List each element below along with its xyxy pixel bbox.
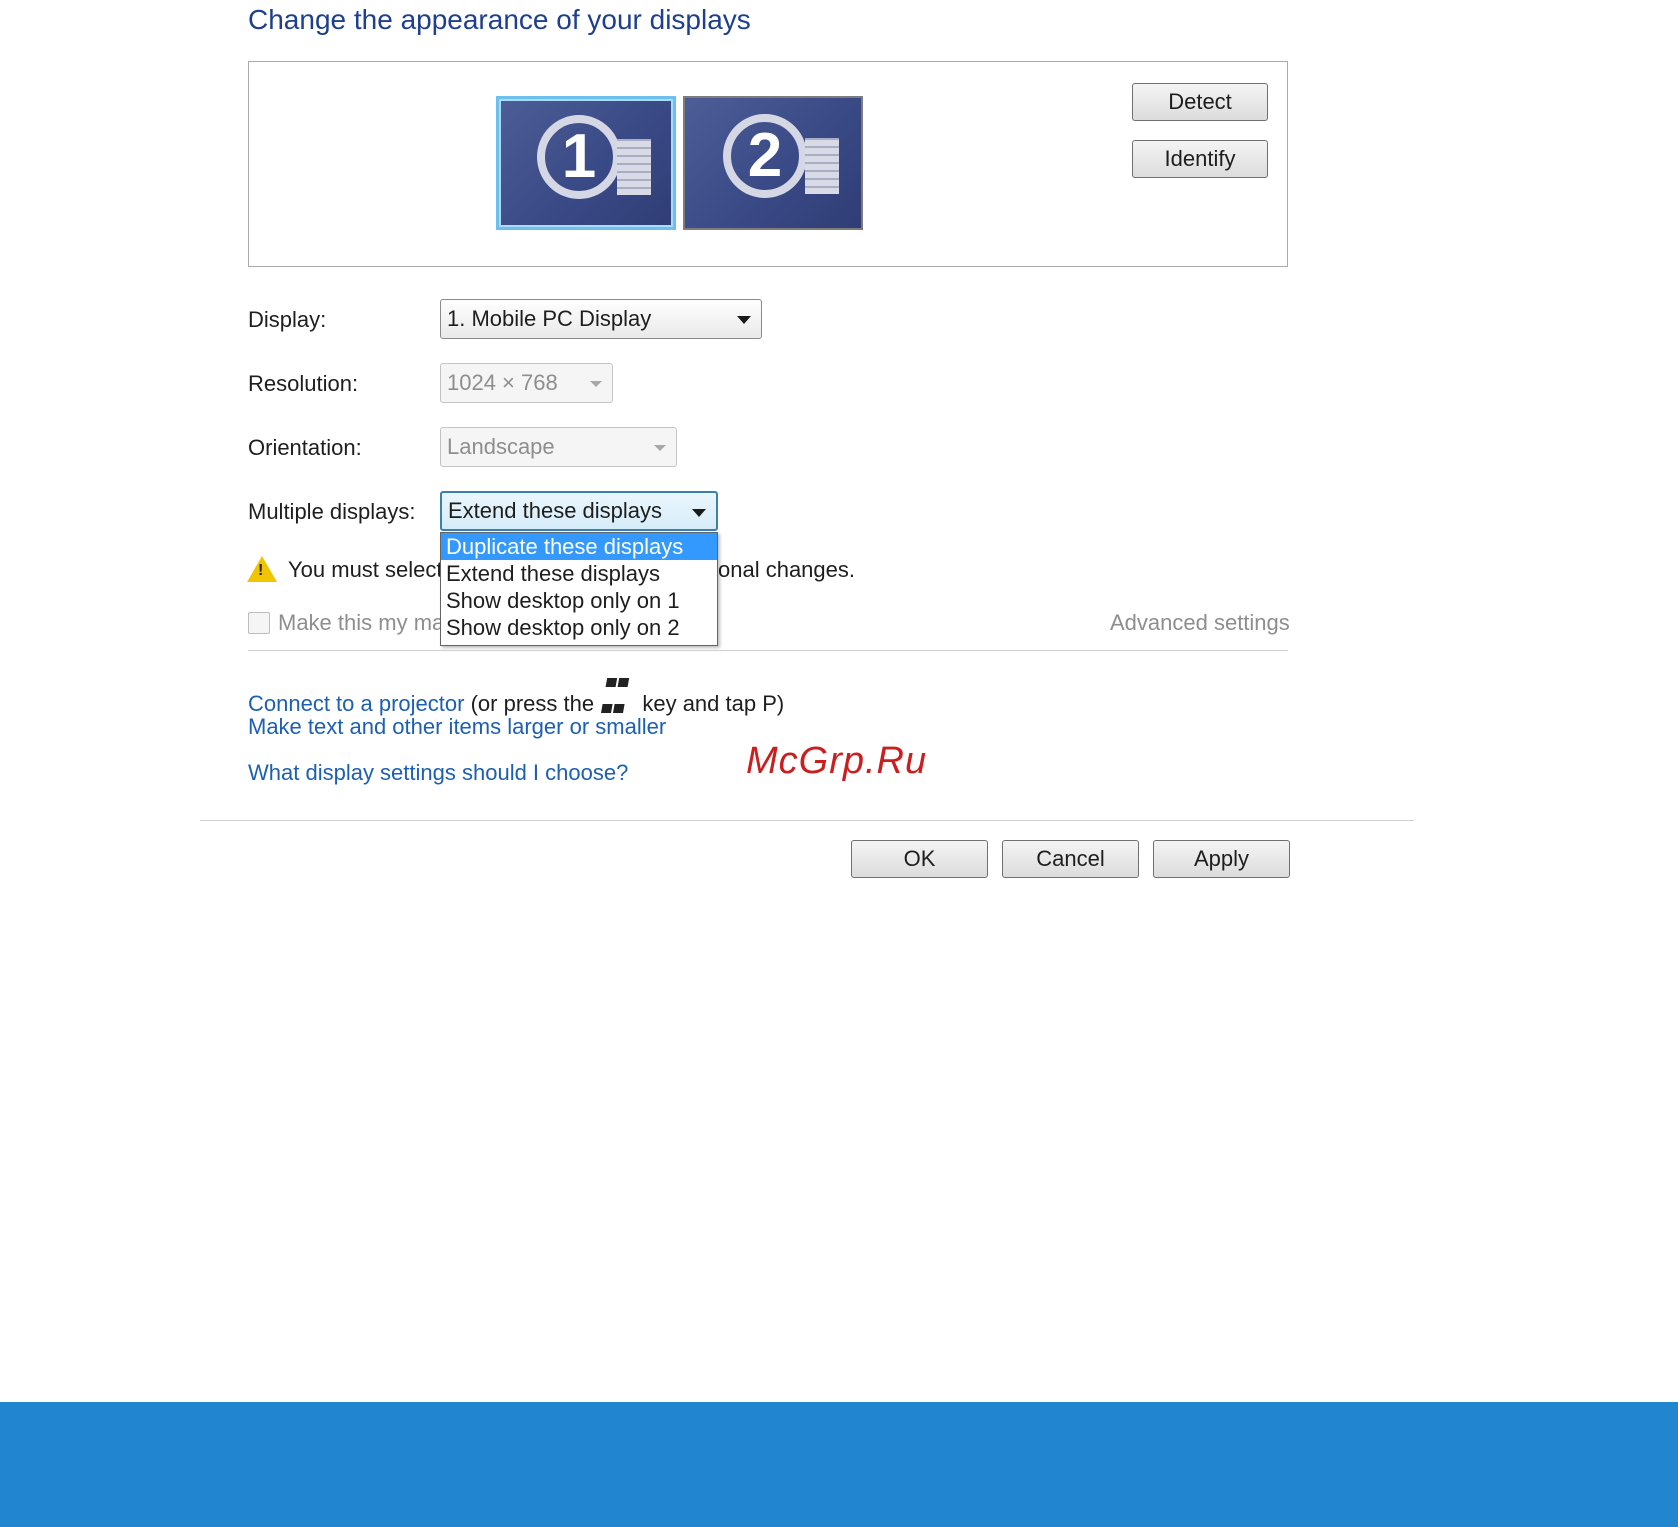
footer-divider — [200, 820, 1414, 821]
monitor-2-number: 2 — [723, 114, 807, 198]
warning-icon: ! — [247, 556, 277, 582]
identify-button[interactable]: Identify — [1132, 140, 1268, 178]
footer-band — [0, 1402, 1678, 1527]
windows-logo-icon — [601, 668, 632, 713]
resolution-select-value: 1024 × 768 — [447, 370, 558, 395]
warning-text-end: onal changes. — [718, 557, 855, 582]
display-select-value: 1. Mobile PC Display — [447, 306, 652, 331]
cancel-button[interactable]: Cancel — [1002, 840, 1139, 878]
chevron-down-icon — [692, 509, 706, 517]
multiple-displays-select-value: Extend these displays — [448, 498, 663, 523]
multiple-displays-label: Multiple displays: — [248, 499, 416, 524]
orientation-select: Landscape — [440, 427, 677, 467]
dropdown-option-extend[interactable]: Extend these displays — [441, 560, 717, 587]
resolution-label: Resolution: — [248, 371, 359, 396]
projector-hint-end: key and tap P) — [642, 691, 785, 716]
connect-projector-link[interactable]: Connect to a projector — [248, 691, 464, 716]
dropdown-option-duplicate[interactable]: Duplicate these displays — [441, 533, 717, 560]
section-divider — [248, 650, 1288, 651]
display-label: Display: — [248, 307, 327, 332]
orientation-select-value: Landscape — [447, 434, 555, 459]
apply-button[interactable]: Apply — [1153, 840, 1290, 878]
ok-button[interactable]: OK — [851, 840, 988, 878]
display-select[interactable]: 1. Mobile PC Display — [440, 299, 762, 339]
monitor-1-number: 1 — [537, 115, 621, 199]
detect-button[interactable]: Detect — [1132, 83, 1268, 121]
chevron-down-icon — [737, 316, 751, 324]
monitor-2[interactable]: 2 — [683, 96, 863, 230]
dropdown-option-only-1[interactable]: Show desktop only on 1 — [441, 587, 717, 614]
projector-row: Connect to a projector (or press the key… — [248, 668, 784, 717]
advanced-settings-link[interactable]: Advanced settings — [1110, 610, 1290, 636]
display-help-link[interactable]: What display settings should I choose? — [248, 760, 628, 786]
watermark: McGrp.Ru — [746, 740, 928, 782]
main-display-checkbox-label: Make this my ma — [278, 610, 445, 635]
resolution-select: 1024 × 768 — [440, 363, 613, 403]
warning-text-start: You must select — [288, 557, 443, 582]
multiple-displays-select[interactable]: Extend these displays — [440, 491, 718, 531]
dropdown-option-only-2[interactable]: Show desktop only on 2 — [441, 614, 717, 641]
main-display-checkbox[interactable] — [248, 612, 270, 634]
chevron-down-icon — [590, 381, 602, 387]
projector-hint-start: (or press the — [470, 691, 595, 716]
display-arrangement-preview: 1 2 Detect Identify — [248, 61, 1288, 267]
monitor-1[interactable]: 1 — [496, 96, 676, 230]
multiple-displays-dropdown: Duplicate these displays Extend these di… — [440, 532, 718, 646]
text-size-link[interactable]: Make text and other items larger or smal… — [248, 714, 666, 740]
monitor-1-window-icon — [617, 139, 651, 195]
orientation-label: Orientation: — [248, 435, 362, 460]
monitor-2-window-icon — [805, 138, 839, 194]
page-title: Change the appearance of your displays — [248, 4, 751, 35]
chevron-down-icon — [654, 445, 666, 451]
